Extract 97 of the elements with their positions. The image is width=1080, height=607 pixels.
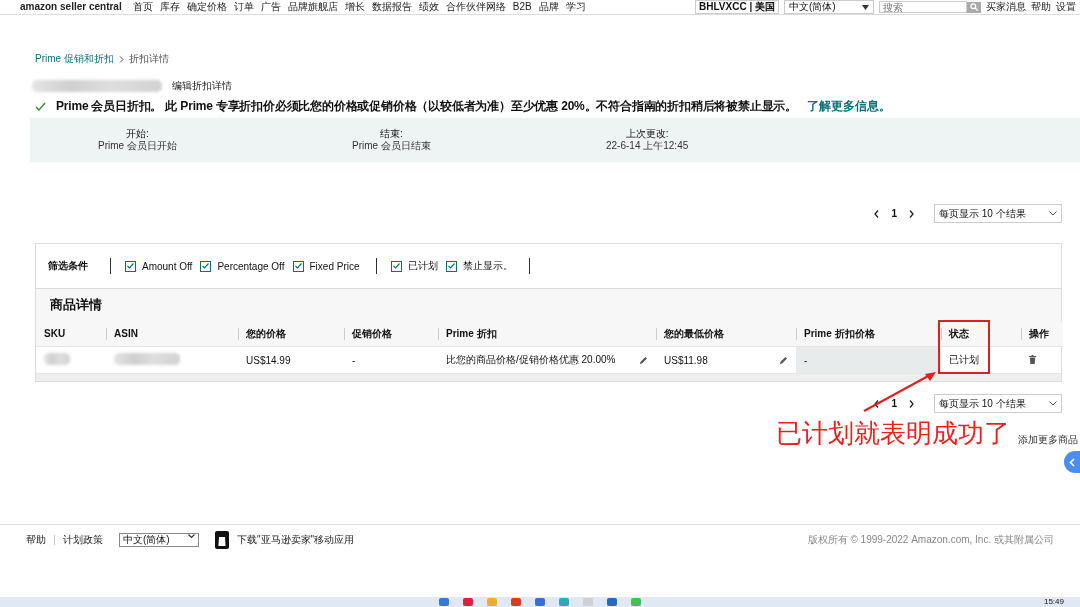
checkbox-label: Amount Off bbox=[142, 260, 193, 272]
app-icon[interactable] bbox=[511, 598, 521, 606]
table-cell: US$14.99 bbox=[246, 354, 291, 366]
search-icon bbox=[970, 3, 978, 11]
app-icon[interactable] bbox=[631, 598, 641, 606]
caret-icon bbox=[1049, 211, 1057, 216]
column-header: Prime 折扣价格 bbox=[796, 321, 941, 347]
detail-label: 开始: bbox=[126, 128, 149, 140]
chevron-left-icon bbox=[874, 399, 880, 408]
column-header: 促销价格 bbox=[344, 321, 438, 347]
app-icon[interactable] bbox=[535, 598, 545, 606]
side-tab-button[interactable] bbox=[1064, 451, 1080, 473]
account-label[interactable]: BHLVXCC | 美国 bbox=[695, 0, 779, 14]
search-field[interactable]: 搜索 bbox=[879, 1, 967, 13]
footer-link[interactable]: 计划政策 bbox=[63, 533, 103, 547]
blurred-text bbox=[44, 353, 70, 365]
column-header: 操作 bbox=[1021, 321, 1063, 347]
learn-more-link[interactable]: 了解更多信息。 bbox=[807, 99, 891, 114]
column-header: SKU bbox=[36, 321, 106, 347]
clock-text: 15:49 bbox=[1043, 597, 1064, 607]
annotation-text: 已计划就表明成功了 bbox=[776, 417, 1010, 450]
nav-link[interactable]: 品牌 bbox=[538, 1, 559, 13]
pencil-icon[interactable] bbox=[779, 355, 788, 365]
language-select[interactable]: 中文(简体) bbox=[119, 533, 199, 547]
page-number[interactable]: 1 bbox=[891, 398, 897, 409]
page-size-select[interactable]: 每页显示 10 个结果 bbox=[934, 204, 1062, 223]
table-cell: - bbox=[796, 346, 941, 374]
app-icon[interactable] bbox=[559, 598, 569, 606]
blurred-text bbox=[114, 353, 180, 365]
page-number[interactable]: 1 bbox=[891, 208, 897, 219]
column-header: Prime 折扣 bbox=[438, 321, 656, 347]
page-size-select[interactable]: 每页显示 10 个结果 bbox=[934, 394, 1062, 413]
filter-label: 筛选条件 bbox=[48, 259, 88, 273]
checkbox[interactable] bbox=[125, 260, 136, 272]
column-header: 您的最低价格 bbox=[656, 321, 796, 347]
nav-link[interactable]: 广告 bbox=[260, 1, 281, 13]
column-header: ASIN bbox=[106, 321, 238, 347]
nav-link[interactable]: 合作伙伴网络 bbox=[445, 1, 506, 13]
copyright-text: 版权所有 © 1999-2022 Amazon.com, Inc. 或其附属公司 bbox=[807, 533, 1054, 547]
checkbox[interactable] bbox=[445, 260, 457, 272]
checkbox[interactable] bbox=[200, 260, 212, 272]
table-cell: US$11.98 bbox=[664, 354, 708, 366]
highlight-box bbox=[938, 320, 990, 374]
chevron-left-icon bbox=[1069, 457, 1075, 467]
notice-text: Prime 会员日折扣。 此 Prime 专享折扣价必须比您的价格或促销价格（以较低者为准）至少优惠 20%。不符合指南的折扣稍后将被禁止显示。 bbox=[56, 99, 797, 114]
checkbox-label: 禁止显示。 bbox=[462, 259, 513, 273]
nav-link[interactable]: 绩效 bbox=[418, 1, 439, 13]
nav-link[interactable]: 订单 bbox=[233, 1, 254, 13]
column-header: 状态 bbox=[941, 321, 1021, 347]
breadcrumb-current: 折扣详情 bbox=[128, 53, 169, 65]
pencil-icon[interactable] bbox=[639, 355, 648, 365]
app-icon[interactable] bbox=[439, 598, 449, 606]
table-cell: 已计划 bbox=[949, 354, 979, 365]
checkbox-label: 已计划 bbox=[407, 259, 438, 273]
checkbox[interactable] bbox=[292, 260, 304, 272]
detail-value: Prime 会员日结束 bbox=[352, 140, 431, 152]
column-header: 您的价格 bbox=[238, 321, 344, 347]
logo[interactable]: amazon seller central bbox=[20, 1, 122, 13]
detail-label: 上次更改: bbox=[625, 128, 669, 140]
chevron-right-icon bbox=[909, 209, 914, 218]
checkbox-label: Fixed Price bbox=[309, 260, 360, 272]
header-link[interactable]: 帮助 bbox=[1031, 1, 1051, 13]
nav-link[interactable]: 确定价格 bbox=[186, 1, 227, 13]
chevron-right-icon bbox=[909, 399, 914, 408]
app-icon bbox=[215, 531, 229, 549]
section-title: 商品详情 bbox=[50, 296, 102, 314]
search-button[interactable] bbox=[967, 1, 981, 13]
breadcrumb-link[interactable]: Prime 促销和折扣 bbox=[35, 53, 114, 65]
footer-link[interactable]: 帮助 bbox=[26, 533, 46, 547]
detail-label: 结束: bbox=[380, 128, 403, 140]
nav-link[interactable]: 品牌旗舰店 bbox=[287, 1, 338, 13]
trash-icon[interactable] bbox=[1029, 354, 1036, 364]
app-download-link[interactable]: 下载"亚马逊卖家"移动应用 bbox=[237, 533, 355, 547]
nav-link[interactable]: 首页 bbox=[132, 1, 153, 13]
edit-link[interactable]: 编辑折扣详情 bbox=[172, 79, 232, 93]
header-link[interactable]: 买家消息 bbox=[986, 1, 1026, 13]
caret-icon bbox=[862, 4, 869, 10]
checkbox-label: Percentage Off bbox=[217, 260, 285, 272]
add-more-link[interactable]: 添加更多商品 bbox=[1018, 433, 1078, 447]
chevron-right-icon bbox=[118, 55, 124, 63]
table-cell: 比您的商品价格/促销价格优惠 20.00% bbox=[446, 353, 616, 367]
nav-link[interactable]: 增长 bbox=[344, 1, 365, 13]
caret-icon bbox=[1049, 401, 1057, 406]
checkbox[interactable] bbox=[390, 260, 402, 272]
app-icon[interactable] bbox=[463, 598, 473, 606]
table-cell: - bbox=[352, 354, 356, 366]
nav-link[interactable]: 学习 bbox=[565, 1, 586, 13]
nav-link[interactable]: 数据报告 bbox=[371, 1, 412, 13]
language-select[interactable]: 中文(简体) bbox=[784, 0, 874, 14]
detail-value: Prime 会员日开始 bbox=[98, 140, 177, 152]
app-icon[interactable] bbox=[607, 598, 617, 606]
detail-value: 22-6-14 上午12:45 bbox=[606, 140, 689, 152]
header-link[interactable]: 设置 bbox=[1056, 1, 1076, 13]
caret-icon bbox=[188, 534, 195, 539]
chevron-left-icon bbox=[874, 209, 880, 218]
nav-link[interactable]: B2B bbox=[512, 1, 532, 13]
nav-link[interactable]: 库存 bbox=[159, 1, 180, 13]
